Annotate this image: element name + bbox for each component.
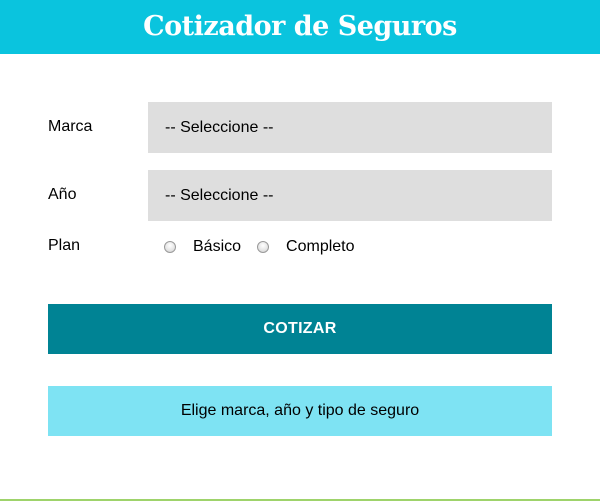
app-header: Cotizador de Seguros [0, 0, 600, 54]
anio-label: Año [48, 186, 77, 203]
status-message: Elige marca, año y tipo de seguro [48, 386, 552, 436]
plan-basico-radio[interactable] [164, 241, 176, 253]
anio-select[interactable]: -- Seleccione -- [148, 170, 552, 221]
anio-select-value: -- Seleccione -- [165, 186, 274, 204]
plan-basico-label[interactable]: Básico [193, 238, 241, 256]
marca-select[interactable]: -- Seleccione -- [148, 102, 552, 153]
cotizar-button[interactable]: COTIZAR [48, 304, 552, 354]
marca-select-value: -- Seleccione -- [165, 118, 274, 136]
status-message-text: Elige marca, año y tipo de seguro [180, 402, 420, 419]
plan-completo-label[interactable]: Completo [286, 238, 354, 256]
page-title: Cotizador de Seguros [143, 11, 457, 42]
plan-radio-group: Básico Completo [164, 236, 355, 258]
plan-label: Plan [48, 237, 81, 254]
plan-completo-radio[interactable] [257, 241, 270, 253]
marca-label: Marca [48, 118, 93, 135]
